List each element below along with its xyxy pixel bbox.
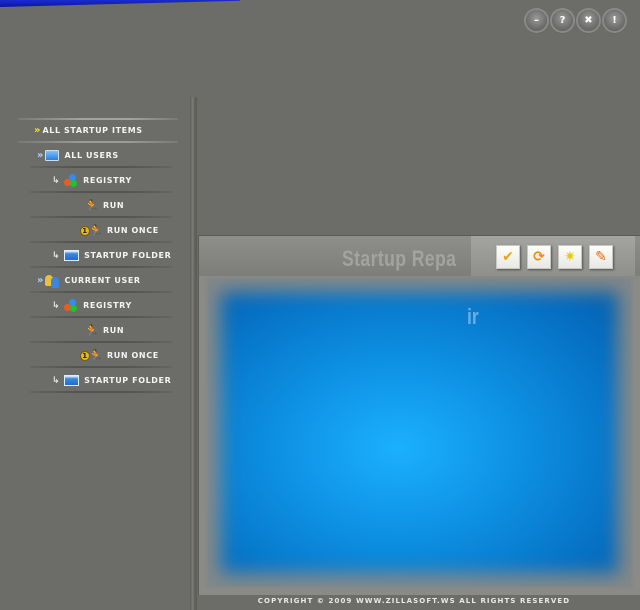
nav-label: All Startup Items bbox=[42, 126, 143, 135]
nav-label: Current User bbox=[64, 276, 141, 285]
panel-toolbar: ✔ ⟳ ✷ ✎ bbox=[496, 245, 613, 269]
close-icon: ✖ bbox=[584, 15, 593, 26]
ghost-title-text: ir bbox=[467, 304, 479, 329]
run-once-icon: 🏃 bbox=[88, 348, 104, 363]
nav-label: All Users bbox=[64, 151, 119, 160]
help-icon: ? bbox=[559, 15, 566, 26]
branch-arrow-icon: ↳ bbox=[52, 375, 61, 386]
nav-all-users[interactable]: » All Users bbox=[0, 143, 190, 168]
nav-label: Run bbox=[103, 201, 125, 210]
nav-label: Startup Folder bbox=[84, 376, 172, 385]
help-button[interactable]: ? bbox=[552, 10, 573, 31]
run-once-icon: 🏃 bbox=[88, 223, 104, 238]
double-chevron-icon: » bbox=[34, 125, 41, 136]
nav-all-users-startup-folder[interactable]: ↳ Startup Folder bbox=[0, 243, 190, 268]
nav-current-user-startup-folder[interactable]: ↳ Startup Folder bbox=[0, 368, 190, 393]
window-controls: – ? ✖ ! bbox=[526, 10, 625, 31]
nav-label: Run Once bbox=[107, 351, 159, 360]
exclamation-icon: ! bbox=[612, 15, 617, 26]
about-button[interactable]: ! bbox=[604, 10, 625, 31]
refresh-icon: ⟳ bbox=[533, 249, 545, 265]
sidebar-nav: » All Startup Items » All Users ↳ Regist… bbox=[0, 118, 190, 393]
minimize-button[interactable]: – bbox=[526, 10, 547, 31]
nav-all-users-run-once[interactable]: 1 🏃 Run Once bbox=[0, 218, 190, 243]
nav-label: Startup Folder bbox=[84, 251, 172, 260]
nav-label: Registry bbox=[83, 176, 132, 185]
nav-current-user[interactable]: » Current User bbox=[0, 268, 190, 293]
nav-current-user-run-once[interactable]: 1 🏃 Run Once bbox=[0, 343, 190, 368]
branch-arrow-icon: ↳ bbox=[52, 250, 61, 261]
double-chevron-icon: » bbox=[37, 275, 44, 286]
registry-icon bbox=[64, 298, 78, 313]
title-bar-stripe bbox=[0, 0, 240, 7]
folder-icon bbox=[64, 375, 80, 386]
new-item-button[interactable]: ✷ bbox=[558, 245, 582, 269]
panel-title: Startup Repa bbox=[342, 246, 457, 271]
run-icon: 🏃 bbox=[84, 198, 100, 213]
nav-all-users-run[interactable]: 🏃 Run bbox=[0, 193, 190, 218]
nav-label: Run bbox=[103, 326, 125, 335]
nav-current-user-registry[interactable]: ↳ Registry bbox=[0, 293, 190, 318]
apply-button[interactable]: ✔ bbox=[496, 245, 520, 269]
double-chevron-icon: » bbox=[37, 150, 44, 161]
nav-label: Run Once bbox=[107, 226, 159, 235]
new-document-icon: ✷ bbox=[564, 249, 576, 265]
content-panel: Startup Repa ✔ ⟳ ✷ ✎ ir bbox=[198, 235, 640, 595]
branch-arrow-icon: ↳ bbox=[52, 300, 61, 311]
sidebar-splitter[interactable] bbox=[190, 97, 197, 610]
edit-icon: ✎ bbox=[595, 249, 607, 265]
nav-label: Registry bbox=[83, 301, 132, 310]
users-icon bbox=[45, 274, 60, 288]
edit-button[interactable]: ✎ bbox=[589, 245, 613, 269]
content-area bbox=[207, 278, 632, 587]
minimize-icon: – bbox=[534, 15, 539, 26]
refresh-button[interactable]: ⟳ bbox=[527, 245, 551, 269]
close-button[interactable]: ✖ bbox=[578, 10, 599, 31]
nav-all-users-registry[interactable]: ↳ Registry bbox=[0, 168, 190, 193]
nav-all-startup-items[interactable]: » All Startup Items bbox=[0, 118, 190, 143]
copyright-footer: Copyright © 2009 www.zillasoft.ws All Ri… bbox=[257, 597, 571, 605]
checkmark-icon: ✔ bbox=[502, 249, 514, 265]
run-icon: 🏃 bbox=[84, 323, 100, 338]
folder-icon bbox=[64, 250, 80, 261]
nav-current-user-run[interactable]: 🏃 Run bbox=[0, 318, 190, 343]
branch-arrow-icon: ↳ bbox=[52, 175, 61, 186]
monitor-icon bbox=[45, 150, 60, 161]
registry-icon bbox=[64, 173, 78, 188]
